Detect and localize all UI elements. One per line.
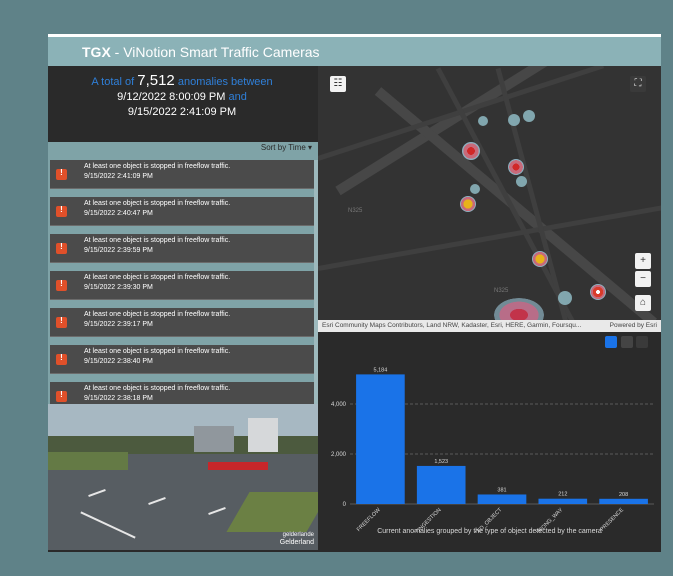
anomaly-message: At least one object is stopped in freefl… xyxy=(84,237,231,244)
map-road-label: N325 xyxy=(348,208,363,214)
y-tick-label: 4,000 xyxy=(331,402,347,408)
bar-value-label: 208 xyxy=(619,492,628,498)
title-bar: TGX - ViNotion Smart Traffic Cameras xyxy=(48,34,661,66)
map-anomaly-marker[interactable] xyxy=(532,251,548,267)
map-cluster-marker[interactable] xyxy=(470,184,480,194)
anomaly-list-item[interactable]: At least one object is stopped in freefl… xyxy=(50,197,314,226)
bar-chart: 02,0004,0005,184STOPPED_FREEFLOW1,523STO… xyxy=(331,367,654,532)
video-watermark: gelderlande xyxy=(282,532,314,538)
chart-caption: Current anomalies grouped by the type of… xyxy=(377,528,602,535)
video-red-truck xyxy=(208,462,268,470)
anomaly-map[interactable]: N325 N325 ☷ ⛶ + − ⌂ Esri Community Maps … xyxy=(318,66,661,332)
anomaly-list-item[interactable]: At least one object is stopped in freefl… xyxy=(50,271,314,300)
anomaly-message: At least one object is stopped in freefl… xyxy=(84,385,231,392)
video-grass xyxy=(48,452,128,470)
bar-value-label: 1,523 xyxy=(434,459,448,465)
anomaly-type-chart: 02,0004,0005,184STOPPED_FREEFLOW1,523STO… xyxy=(318,332,661,552)
video-building xyxy=(248,418,278,452)
map-anomaly-marker[interactable] xyxy=(460,196,476,212)
anomaly-timestamp: 9/15/2022 2:39:59 PM xyxy=(84,247,153,254)
warning-icon xyxy=(56,279,67,291)
anomaly-timestamp: 9/15/2022 2:39:30 PM xyxy=(84,284,153,291)
powered-by-esri[interactable]: Powered by Esri xyxy=(610,320,657,332)
bar[interactable] xyxy=(538,498,588,504)
map-cluster-marker[interactable] xyxy=(478,116,488,126)
anomaly-timestamp: 9/15/2022 2:38:40 PM xyxy=(84,358,153,365)
bar[interactable] xyxy=(477,494,527,504)
anomaly-timestamp: 9/15/2022 2:41:09 PM xyxy=(84,173,153,180)
warning-icon xyxy=(56,168,67,180)
anomaly-list-item[interactable]: At least one object is stopped in freefl… xyxy=(50,308,314,337)
warning-icon xyxy=(56,316,67,328)
map-road xyxy=(335,66,646,196)
map-cluster-marker[interactable] xyxy=(523,110,535,122)
zoom-in-button[interactable]: + xyxy=(635,253,651,269)
zoom-out-button[interactable]: − xyxy=(635,271,651,287)
sort-by-time-dropdown[interactable]: Sort by Time ▾ xyxy=(261,143,312,152)
map-attribution: Esri Community Maps Contributors, Land N… xyxy=(318,320,661,332)
anomaly-count: 7,512 xyxy=(137,72,175,89)
map-cluster-marker[interactable] xyxy=(516,176,527,187)
warning-icon xyxy=(56,390,67,402)
end-date: 9/15/2022 2:41:09 PM xyxy=(127,106,237,118)
bar[interactable] xyxy=(599,498,648,504)
map-anomaly-marker[interactable] xyxy=(462,142,480,160)
anomaly-list-item[interactable]: At least one object is stopped in freefl… xyxy=(50,160,314,189)
summary-and: and xyxy=(228,91,247,103)
app-title: TGX - ViNotion Smart Traffic Cameras xyxy=(82,44,320,60)
summary-prefix: A total of xyxy=(91,76,135,88)
anomaly-list-panel: Sort by Time ▾ At least one object is st… xyxy=(48,142,318,439)
anomaly-message: At least one object is stopped in freefl… xyxy=(84,348,231,355)
summary-count-line: A total of 7,512 anomalies between xyxy=(48,72,316,89)
summary-start-line: 9/12/2022 8:00:09 PM and xyxy=(48,91,316,103)
warning-icon xyxy=(56,353,67,365)
bar[interactable] xyxy=(416,465,466,504)
anomaly-message: At least one object is stopped in freefl… xyxy=(84,200,231,207)
attribution-text: Esri Community Maps Contributors, Land N… xyxy=(322,322,582,329)
camera-video-feed[interactable]: gelderlande Gelderland xyxy=(48,404,318,550)
anomaly-timestamp: 9/15/2022 2:38:18 PM xyxy=(84,395,153,402)
map-selected-marker[interactable] xyxy=(590,284,606,300)
summary-middle: anomalies between xyxy=(177,76,273,88)
warning-icon xyxy=(56,242,67,254)
bar-value-label: 381 xyxy=(497,487,506,493)
start-date: 9/12/2022 8:00:09 PM xyxy=(117,91,226,103)
anomaly-list-item[interactable]: At least one object is stopped in freefl… xyxy=(50,345,314,374)
bar[interactable] xyxy=(356,374,405,504)
y-tick-label: 0 xyxy=(343,502,347,508)
home-icon[interactable]: ⌂ xyxy=(635,295,651,311)
anomaly-message: At least one object is stopped in freefl… xyxy=(84,274,231,281)
anomaly-message: At least one object is stopped in freefl… xyxy=(84,163,231,170)
anomaly-list-item[interactable]: At least one object is stopped in freefl… xyxy=(50,234,314,263)
map-anomaly-marker[interactable] xyxy=(508,159,524,175)
warning-icon xyxy=(56,205,67,217)
map-road xyxy=(318,203,661,271)
map-road-label: N325 xyxy=(494,288,509,294)
anomaly-message: At least one object is stopped in freefl… xyxy=(84,311,231,318)
sort-bar: Sort by Time ▾ xyxy=(48,142,318,156)
dashboard: TGX - ViNotion Smart Traffic Cameras A t… xyxy=(48,34,661,552)
y-tick-label: 2,000 xyxy=(331,452,347,458)
map-cluster-marker[interactable] xyxy=(508,114,520,126)
map-cluster-marker[interactable] xyxy=(558,291,572,305)
bar-value-label: 212 xyxy=(558,492,567,498)
fullscreen-icon[interactable]: ⛶ xyxy=(630,76,646,92)
bar-value-label: 5,184 xyxy=(374,367,388,373)
anomaly-timestamp: 9/15/2022 2:40:47 PM xyxy=(84,210,153,217)
video-region-label: Gelderland xyxy=(279,539,314,546)
video-building xyxy=(194,426,234,452)
map-list-icon[interactable]: ☷ xyxy=(330,76,346,92)
anomaly-timestamp: 9/15/2022 2:39:17 PM xyxy=(84,321,153,328)
